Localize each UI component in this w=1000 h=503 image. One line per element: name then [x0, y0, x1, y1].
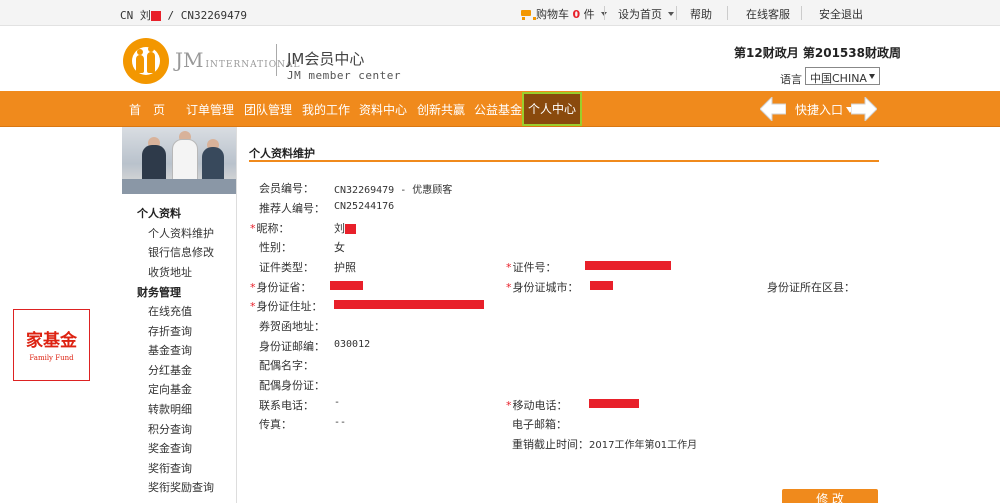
district-label: 身份证所在区县：: [767, 281, 855, 294]
nickname-label: *昵称：: [250, 222, 290, 235]
nav-innovation[interactable]: 创新共赢: [417, 101, 465, 118]
nav-home[interactable]: 首 页: [129, 101, 165, 118]
sidebar-item-profile-edit[interactable]: 个人资料维护: [148, 225, 214, 241]
id-type-value: 护照: [334, 261, 356, 274]
language-select[interactable]: 中国CHINA: [805, 67, 880, 85]
set-homepage-link[interactable]: 设为首页: [618, 6, 674, 22]
logout-link[interactable]: 安全退出: [819, 6, 863, 22]
sidebar-section-profile: 个人资料: [137, 207, 181, 220]
city-label: *身份证城市：: [506, 281, 579, 294]
sidebar-item-bonus[interactable]: 奖金查询: [148, 440, 192, 456]
fax-label: 传真：: [259, 418, 292, 431]
divider: [604, 6, 605, 20]
sidebar-item-recharge[interactable]: 在线充值: [148, 303, 192, 319]
sidebar-item-rank-reward[interactable]: 奖衔奖励查询: [148, 479, 214, 495]
page-subtitle: JM member center: [287, 69, 401, 82]
user-name: CN 刘: [120, 9, 151, 22]
reregister-value: 2017工作年第01工作月: [589, 440, 698, 451]
referrer-value: CN25244176: [334, 201, 395, 212]
sidebar-section-finance: 财务管理: [137, 286, 181, 299]
redacted-id-no: [585, 261, 671, 270]
cart-link[interactable]: 购物车 0 件: [519, 6, 607, 22]
brand-divider: [276, 44, 277, 76]
sidebar-item-bank-info[interactable]: 银行信息修改: [148, 244, 214, 260]
nav-my-work[interactable]: 我的工作: [302, 101, 350, 118]
chevron-down-icon: [668, 12, 674, 16]
member-no-label: 会员编号：: [259, 182, 314, 195]
phone-label: 联系电话：: [259, 399, 314, 412]
redacted-address: [334, 300, 484, 309]
redacted-province: [330, 281, 363, 290]
chevron-down-icon: [869, 74, 875, 79]
sidebar-banner-image: [122, 127, 236, 194]
support-link[interactable]: 在线客服: [746, 6, 790, 22]
sidebar-divider: [236, 127, 237, 503]
nav-orders[interactable]: 订单管理: [186, 101, 234, 118]
email-label: 电子邮箱：: [512, 418, 567, 431]
cart-count: 0: [572, 8, 581, 21]
nav-charity-fund[interactable]: 公益基金: [474, 101, 522, 118]
nav-resources[interactable]: 资料中心: [359, 101, 407, 118]
divider: [801, 6, 802, 20]
arrow-left-icon[interactable]: [760, 97, 786, 121]
sidebar-item-dividend[interactable]: 分红基金: [148, 362, 192, 378]
sidebar-item-rank[interactable]: 奖衔查询: [148, 460, 192, 476]
nav-team[interactable]: 团队管理: [244, 101, 292, 118]
divider: [676, 6, 677, 20]
member-no-value: CN32269479 - 优惠顾客: [334, 185, 453, 196]
sidebar-item-passbook[interactable]: 存折查询: [148, 323, 192, 339]
quick-entry-menu[interactable]: 快捷入口: [795, 101, 855, 118]
redacted-name: [150, 11, 161, 21]
mobile-label: *移动电话：: [506, 399, 568, 412]
fiscal-period: 第12财政月 第201538财政周: [734, 46, 901, 60]
section-divider: [249, 160, 879, 162]
postcode-value: 030012: [334, 339, 371, 350]
sidebar-item-directed-fund[interactable]: 定向基金: [148, 381, 192, 397]
fax-value: --: [334, 417, 347, 428]
redacted-name: [345, 224, 356, 234]
arrow-right-icon[interactable]: [851, 97, 877, 121]
id-type-label: 证件类型：: [259, 261, 314, 274]
nickname-value: 刘: [334, 220, 356, 236]
gender-value: 女: [334, 241, 345, 254]
phone-value: -: [334, 397, 341, 408]
address-label: *身份证住址：: [250, 300, 323, 313]
nav-personal-center[interactable]: 个人中心: [522, 92, 582, 126]
redacted-city: [590, 281, 613, 290]
brand-name: JM INTERNATIONAL: [175, 48, 301, 72]
postcode-label: 身份证邮编：: [259, 340, 325, 353]
page-title: JM会员中心: [287, 50, 365, 68]
family-fund-badge[interactable]: 家基金 Family Fund: [13, 309, 90, 381]
referrer-label: 推荐人编号：: [259, 202, 325, 215]
sidebar-item-transfer[interactable]: 转款明细: [148, 401, 192, 417]
gender-label: 性别：: [259, 241, 292, 254]
redacted-mobile: [589, 399, 639, 408]
mail-address-label: 券贺函地址：: [259, 320, 325, 333]
province-label: *身份证省：: [250, 281, 312, 294]
top-bar: CN 刘 / CN32269479 购物车 0 件 设为首页 帮助 在线客服 安…: [0, 0, 1000, 26]
user-info: CN 刘 / CN32269479: [120, 7, 247, 23]
user-id: / CN32269479: [167, 9, 247, 22]
sidebar-item-fund[interactable]: 基金查询: [148, 342, 192, 358]
spouse-name-label: 配偶名字：: [259, 359, 314, 372]
id-no-label: *证件号：: [506, 261, 557, 274]
language-label: 语言: [780, 73, 802, 86]
sidebar-item-points[interactable]: 积分查询: [148, 421, 192, 437]
cart-icon: [519, 8, 536, 20]
divider: [727, 6, 728, 20]
spouse-id-label: 配偶身份证：: [259, 379, 325, 392]
logo-icon[interactable]: [123, 38, 169, 84]
section-title: 个人资料维护: [249, 147, 315, 160]
reregister-label: 重销截止时间：: [512, 438, 589, 451]
modify-button[interactable]: 修 改: [782, 489, 878, 503]
sidebar-item-address[interactable]: 收货地址: [148, 264, 192, 280]
help-link[interactable]: 帮助: [690, 6, 712, 22]
